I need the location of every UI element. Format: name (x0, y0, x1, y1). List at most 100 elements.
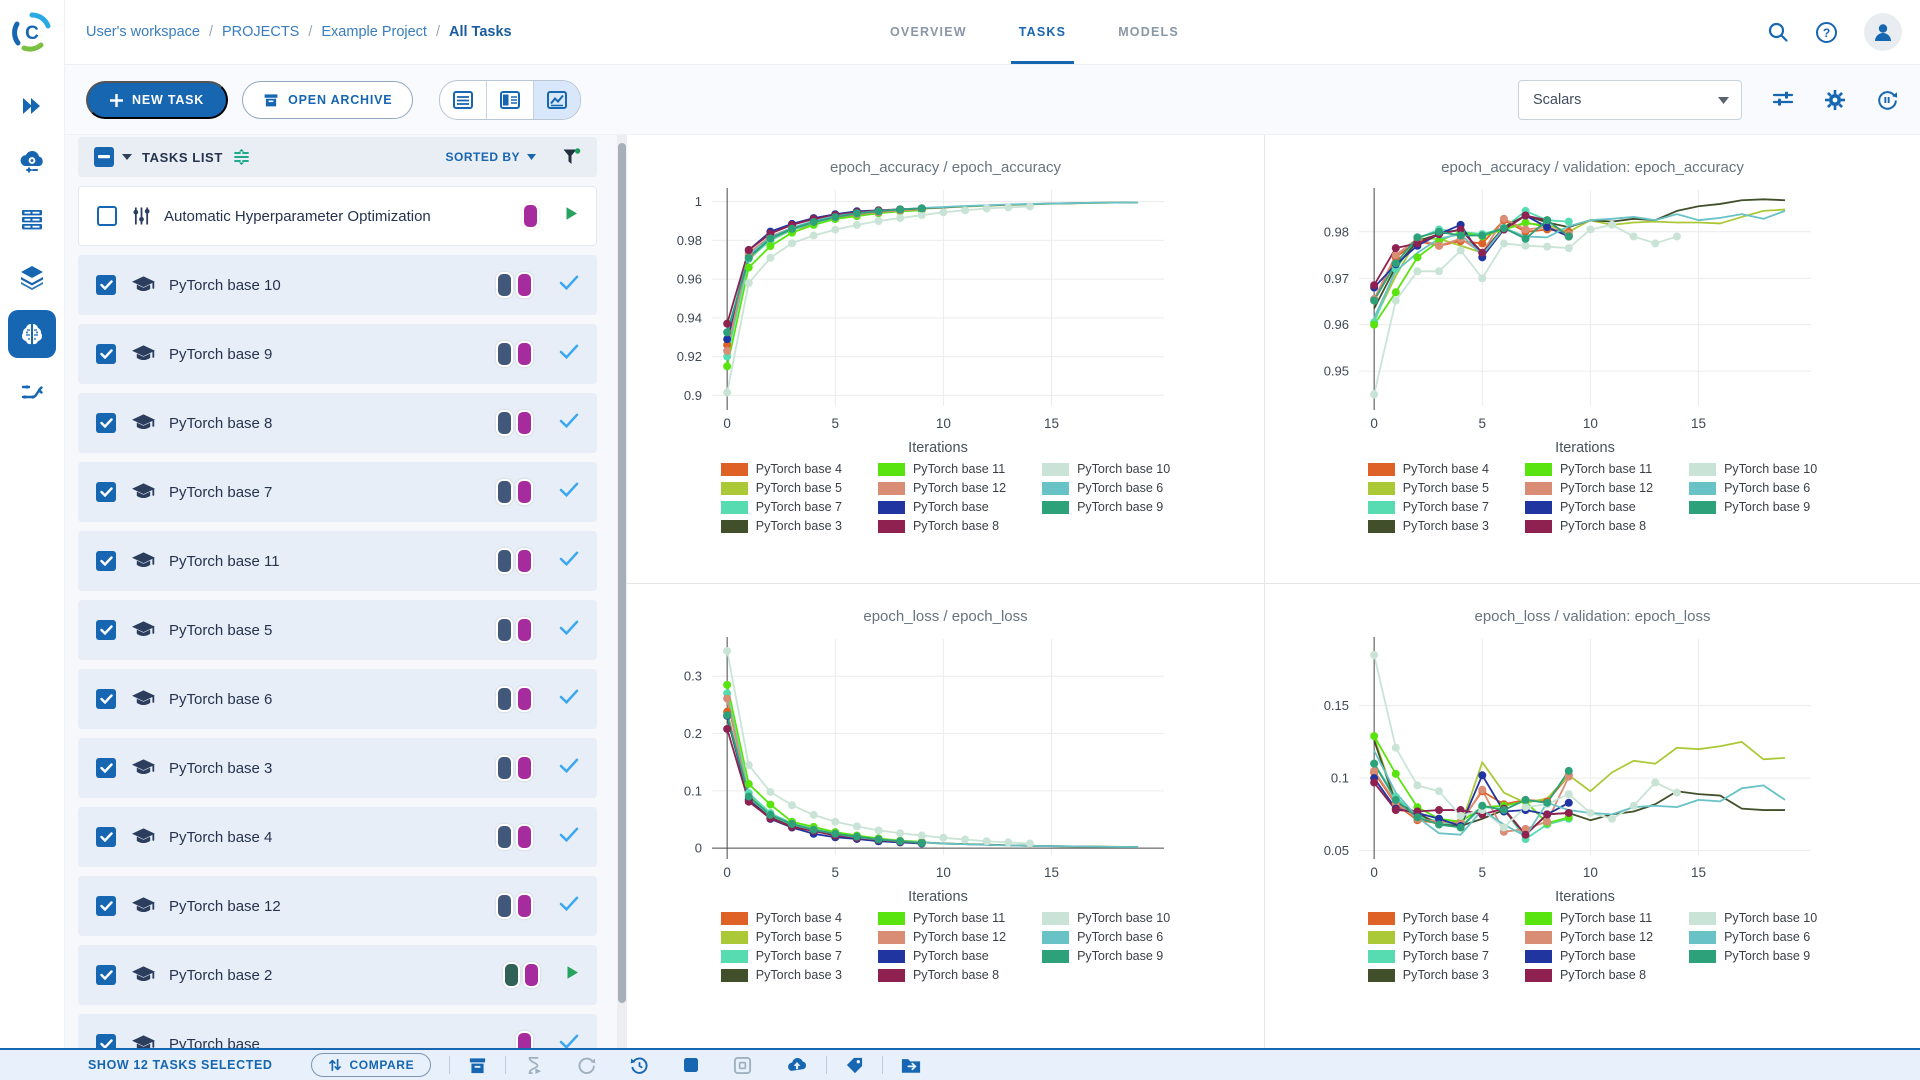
tasks-scrollbar-thumb[interactable] (618, 143, 626, 1003)
legend-item[interactable]: PyTorch base (1524, 949, 1653, 963)
legend-item[interactable]: PyTorch base 5 (1367, 481, 1489, 495)
metric-view-select[interactable]: Scalars (1518, 80, 1742, 120)
legend-item[interactable]: PyTorch base 7 (720, 949, 842, 963)
task-name[interactable]: PyTorch base 3 (169, 760, 272, 777)
split-view-icon[interactable] (487, 81, 535, 119)
legend-item[interactable]: PyTorch base 12 (1524, 481, 1653, 495)
move-to-project-icon[interactable] (901, 1057, 921, 1074)
legend-item[interactable]: PyTorch base 6 (1689, 930, 1817, 944)
expand-sidebar-icon[interactable] (8, 82, 56, 130)
sorted-by-button[interactable]: SORTED BY (445, 150, 536, 164)
projects-icon[interactable] (8, 310, 56, 358)
tab-tasks[interactable]: TASKS (993, 0, 1092, 64)
legend-item[interactable]: PyTorch base 5 (720, 481, 842, 495)
legend-item[interactable]: PyTorch base (1524, 500, 1653, 514)
task-name[interactable]: PyTorch base 2 (169, 967, 272, 984)
task-row[interactable]: PyTorch base 12 (78, 876, 597, 936)
breadcrumb-all-tasks[interactable]: All Tasks (449, 24, 512, 40)
chart-canvas[interactable]: 0 0.1 0.2 0.3 0 5 10 15 Iterations (636, 629, 1256, 909)
task-checkbox[interactable] (97, 206, 117, 226)
task-row[interactable]: PyTorch base 9 (78, 324, 597, 384)
task-name[interactable]: PyTorch base 7 (169, 484, 272, 501)
legend-item[interactable]: PyTorch base 9 (1689, 949, 1817, 963)
selection-menu-caret-icon[interactable] (122, 154, 132, 160)
legend-item[interactable]: PyTorch base 7 (1367, 949, 1489, 963)
clearml-logo[interactable]: C (0, 0, 64, 64)
auto-refresh-icon[interactable] (1876, 89, 1898, 111)
legend-item[interactable]: PyTorch base 11 (1524, 911, 1653, 925)
legend-item[interactable]: PyTorch base 6 (1689, 481, 1817, 495)
breadcrumb-project[interactable]: Example Project (321, 24, 427, 40)
task-checkbox[interactable] (96, 965, 116, 985)
enqueue-icon[interactable] (524, 1056, 543, 1075)
tags-icon[interactable] (845, 1056, 864, 1075)
search-icon[interactable] (1767, 21, 1789, 43)
task-row[interactable]: PyTorch base 8 (78, 393, 597, 453)
retry-icon[interactable] (630, 1056, 649, 1075)
task-row[interactable]: PyTorch base 11 (78, 531, 597, 591)
task-row[interactable]: PyTorch base 3 (78, 738, 597, 798)
compact-view-icon[interactable] (233, 149, 250, 165)
legend-item[interactable]: PyTorch base 12 (877, 930, 1006, 944)
gear-icon[interactable] (1824, 89, 1846, 111)
task-checkbox[interactable] (96, 689, 116, 709)
legend-item[interactable]: PyTorch base 6 (1042, 930, 1170, 944)
publish-icon[interactable] (786, 1056, 808, 1074)
task-name[interactable]: PyTorch base 8 (169, 415, 272, 432)
legend-item[interactable]: PyTorch base 12 (1524, 930, 1653, 944)
task-row[interactable]: PyTorch base 7 (78, 462, 597, 522)
legend-item[interactable]: PyTorch base 10 (1042, 911, 1170, 925)
legend-item[interactable]: PyTorch base 12 (877, 481, 1006, 495)
task-checkbox[interactable] (96, 827, 116, 847)
legend-item[interactable]: PyTorch base 3 (720, 968, 842, 982)
legend-item[interactable]: PyTorch base 4 (1367, 911, 1489, 925)
legend-item[interactable]: PyTorch base 9 (1689, 500, 1817, 514)
filter-icon[interactable] (562, 148, 581, 166)
task-name[interactable]: PyTorch base 11 (169, 553, 280, 570)
legend-item[interactable]: PyTorch base 11 (877, 462, 1006, 476)
task-name[interactable]: PyTorch base 6 (169, 691, 272, 708)
chart-canvas[interactable]: 0.05 0.1 0.15 0 5 10 15 Iterations (1283, 629, 1903, 909)
archive-icon[interactable] (468, 1056, 487, 1075)
legend-item[interactable]: PyTorch base 3 (1367, 519, 1489, 533)
legend-item[interactable]: PyTorch base 7 (1367, 500, 1489, 514)
task-name[interactable]: PyTorch base 5 (169, 622, 272, 639)
avatar[interactable] (1864, 13, 1902, 51)
legend-item[interactable]: PyTorch base 9 (1042, 949, 1170, 963)
legend-item[interactable]: PyTorch base 4 (1367, 462, 1489, 476)
legend-item[interactable]: PyTorch base 8 (1524, 519, 1653, 533)
task-name[interactable]: PyTorch base 12 (169, 898, 281, 915)
legend-item[interactable]: PyTorch base 8 (1524, 968, 1653, 982)
task-row[interactable]: PyTorch base 5 (78, 600, 597, 660)
abort-all-children-icon[interactable] (733, 1056, 752, 1075)
chart-canvas[interactable]: 0.95 0.96 0.97 0.98 0 5 10 15 Iterations (1283, 180, 1903, 460)
task-checkbox[interactable] (96, 758, 116, 778)
chart-view-icon[interactable] (534, 81, 581, 119)
breadcrumb-projects[interactable]: PROJECTS (222, 24, 299, 40)
pipelines-icon[interactable] (8, 367, 56, 415)
legend-item[interactable]: PyTorch base 3 (1367, 968, 1489, 982)
legend-item[interactable]: PyTorch base 6 (1042, 481, 1170, 495)
chart-canvas[interactable]: 0.90.920.940.960.9810 5 10 15Iterations (636, 180, 1256, 460)
table-view-icon[interactable] (440, 81, 488, 119)
legend-item[interactable]: PyTorch base (877, 500, 1006, 514)
legend-item[interactable]: PyTorch base 7 (720, 500, 842, 514)
task-name[interactable]: Automatic Hyperparameter Optimization (164, 208, 431, 225)
task-checkbox[interactable] (96, 551, 116, 571)
tab-models[interactable]: MODELS (1092, 0, 1205, 64)
task-name[interactable]: PyTorch base 4 (169, 829, 272, 846)
open-archive-button[interactable]: OPEN ARCHIVE (242, 81, 414, 119)
tune-settings-icon[interactable] (1772, 90, 1794, 110)
help-icon[interactable]: ? (1815, 21, 1838, 44)
legend-item[interactable]: PyTorch base 5 (1367, 930, 1489, 944)
task-row[interactable]: PyTorch base (78, 1014, 597, 1050)
serving-icon[interactable] (8, 139, 56, 187)
legend-item[interactable]: PyTorch base 11 (1524, 462, 1653, 476)
task-checkbox[interactable] (96, 344, 116, 364)
breadcrumb-workspace[interactable]: User's workspace (86, 24, 200, 40)
legend-item[interactable]: PyTorch base 5 (720, 930, 842, 944)
legend-item[interactable]: PyTorch base 3 (720, 519, 842, 533)
task-row[interactable]: PyTorch base 4 (78, 807, 597, 867)
abort-icon[interactable] (683, 1057, 699, 1073)
task-row[interactable]: PyTorch base 2 (78, 945, 597, 1005)
